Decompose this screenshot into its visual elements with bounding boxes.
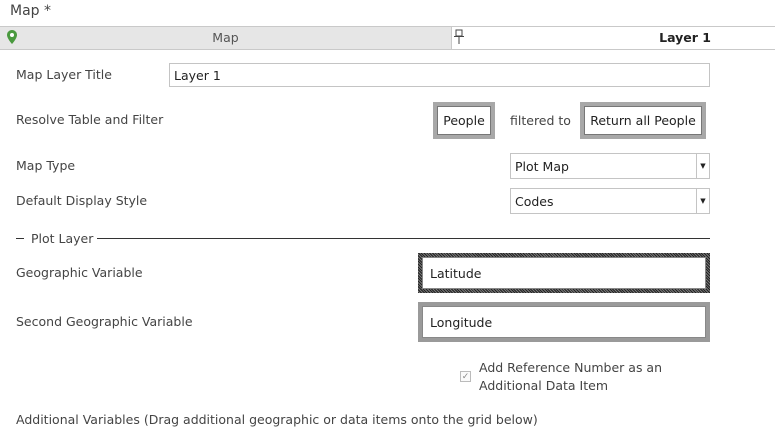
second-geo-label: Second Geographic Variable (16, 314, 193, 329)
map-type-label: Map Type (16, 158, 76, 173)
plot-layer-title: Plot Layer (31, 231, 94, 246)
filter-button[interactable]: Return all People (580, 102, 706, 139)
ref-checkbox-line2: Additional Data Item (479, 378, 608, 393)
ref-number-checkbox[interactable]: ✓ (460, 371, 471, 382)
layer-title-label: Map Layer Title (16, 67, 112, 82)
filter-label: Return all People (584, 106, 702, 135)
checkmark-icon: ✓ (461, 371, 470, 382)
dropdown-arrow-icon: ▼ (696, 189, 709, 213)
ref-checkbox-line1: Add Reference Number as an (479, 360, 663, 375)
tab-bar: Map Layer 1 (0, 26, 775, 50)
second-geo-value: Longitude (422, 306, 706, 338)
tab-layer-label: Layer 1 (659, 30, 711, 45)
geo-var-dropzone[interactable]: Latitude (418, 253, 710, 293)
section-divider-left (16, 238, 24, 239)
page-title: Map * (10, 3, 51, 19)
filtered-to-label: filtered to (510, 113, 571, 128)
resolve-table-label: People (437, 106, 491, 135)
map-type-value: Plot Map (515, 158, 569, 174)
additional-vars-label: Additional Variables (Drag additional ge… (16, 412, 538, 427)
display-style-select[interactable]: Codes ▼ (510, 188, 710, 214)
layer-title-value: Layer 1 (174, 67, 221, 83)
layer-title-input[interactable]: Layer 1 (169, 63, 710, 87)
display-style-value: Codes (515, 193, 554, 209)
tab-map-label: Map (212, 30, 239, 45)
tab-map[interactable]: Map (0, 27, 452, 49)
section-divider (97, 238, 710, 239)
display-style-label: Default Display Style (16, 193, 148, 208)
geo-var-value: Latitude (422, 257, 706, 289)
map-type-select[interactable]: Plot Map ▼ (510, 153, 710, 179)
resolve-label: Resolve Table and Filter (16, 112, 164, 127)
push-pin-icon (454, 29, 464, 44)
geo-var-label: Geographic Variable (16, 265, 143, 280)
map-pin-icon (7, 30, 17, 44)
resolve-table-button[interactable]: People (433, 102, 495, 139)
ref-checkbox-label: Add Reference Number as an Additional Da… (479, 359, 662, 395)
tab-layer-1[interactable]: Layer 1 (452, 27, 775, 49)
second-geo-dropzone[interactable]: Longitude (418, 302, 710, 342)
dropdown-arrow-icon: ▼ (696, 154, 709, 178)
